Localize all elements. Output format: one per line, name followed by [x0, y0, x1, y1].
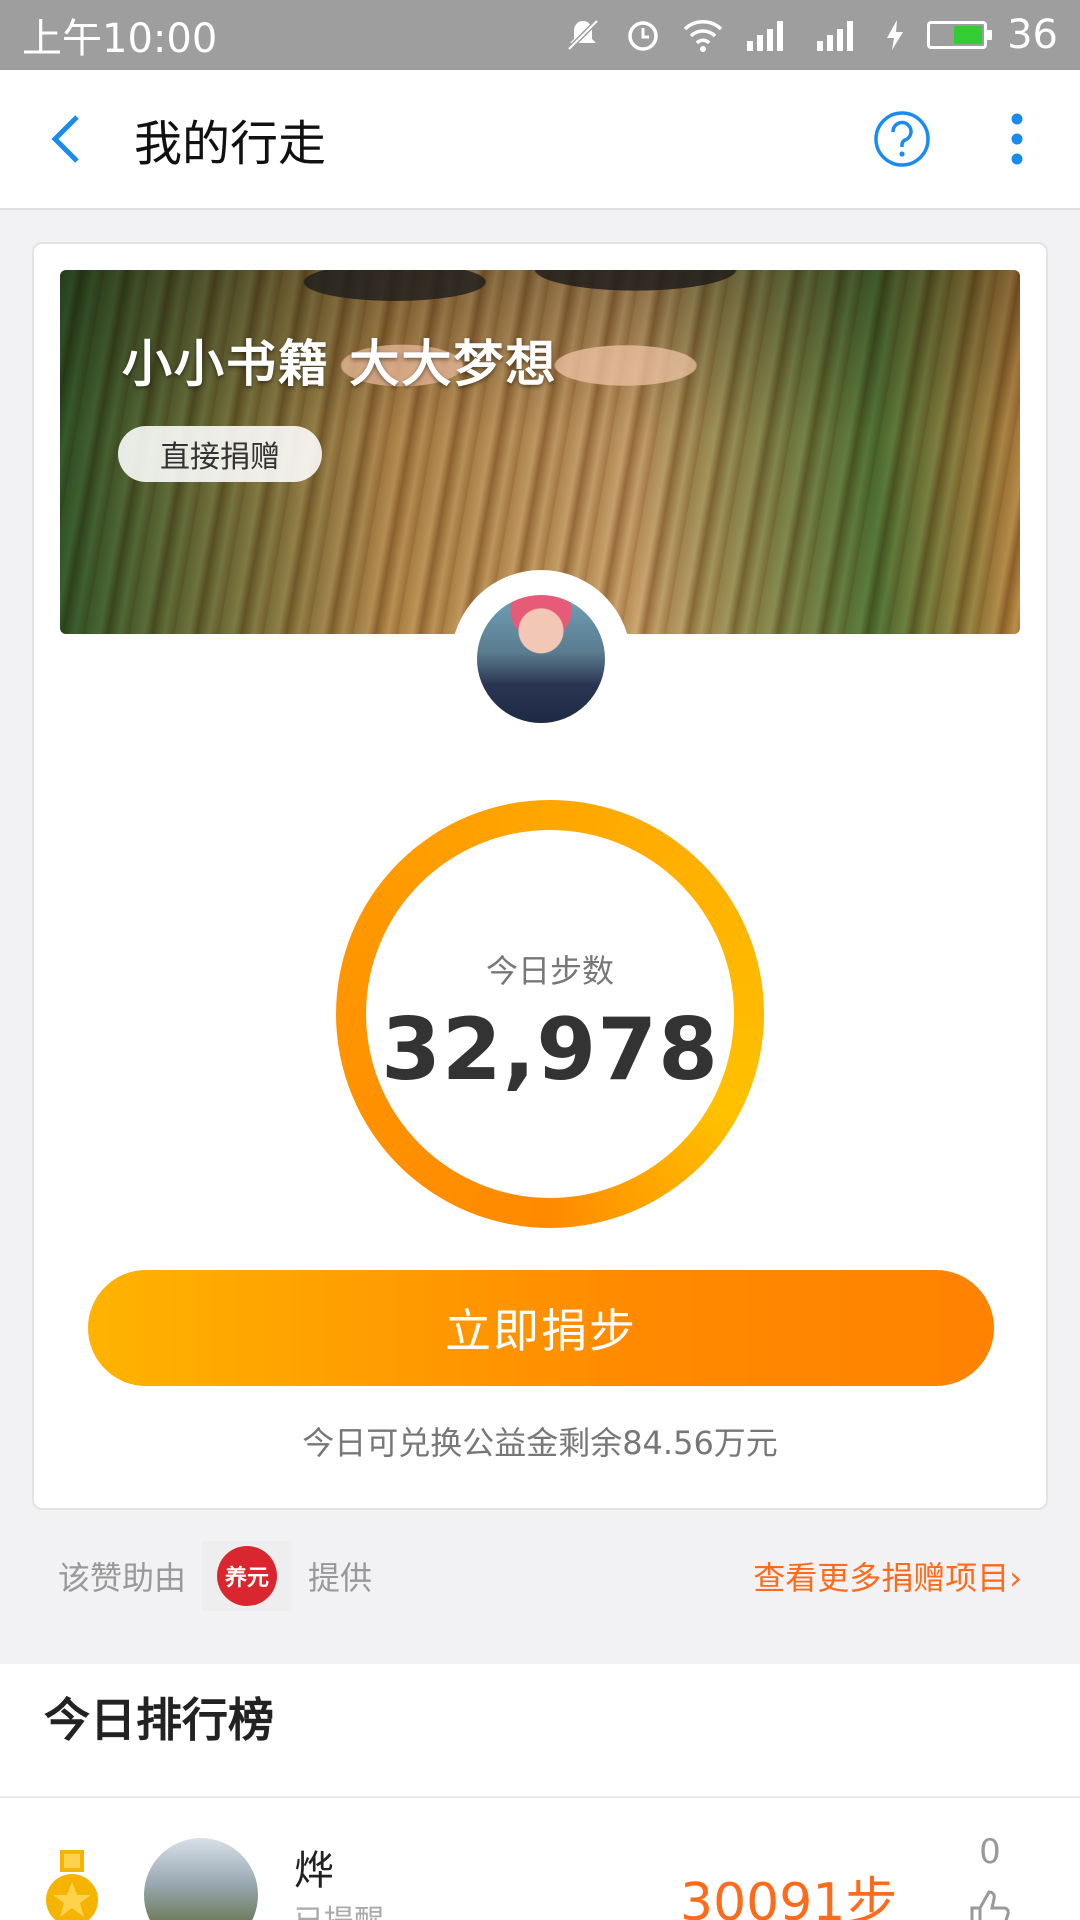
- mute-icon: [563, 15, 603, 55]
- signal-4g-icon: [743, 15, 793, 55]
- quota-text: 今日可兑换公益金剩余84.56万元: [302, 1424, 778, 1462]
- more-options-button[interactable]: [962, 69, 1072, 209]
- steps-label: 今日步数: [485, 952, 614, 990]
- sponsor-row: 该赞助由 养元 提供 查看更多捐赠项目›: [0, 1536, 1080, 1616]
- ranking-name: 烨: [294, 1848, 334, 1894]
- battery-level: 36: [1007, 12, 1058, 58]
- status-bar: 上午10:00 36: [0, 0, 1080, 70]
- help-icon: [874, 111, 930, 167]
- more-vertical-icon: [1011, 113, 1023, 165]
- signal-icon: [813, 15, 863, 55]
- user-avatar[interactable]: [474, 592, 608, 726]
- sponsor-logo[interactable]: 养元: [202, 1541, 293, 1611]
- more-projects-link[interactable]: 查看更多捐赠项目›: [753, 1553, 1022, 1599]
- steps-ring: 今日步数 32,978: [336, 800, 764, 1228]
- help-button[interactable]: [842, 69, 962, 209]
- banner-title: 小小书籍 大大梦想: [122, 335, 558, 393]
- gold-medal-icon: [46, 1850, 98, 1920]
- status-time: 上午10:00: [22, 16, 218, 62]
- sponsor-suffix: 提供: [308, 1559, 373, 1597]
- back-arrow-icon: [51, 115, 79, 163]
- donate-steps-button[interactable]: 立即捐步: [88, 1270, 994, 1386]
- divider: [0, 1796, 1080, 1798]
- status-icons: 36: [563, 12, 1058, 58]
- thumbs-up-icon[interactable]: [966, 1886, 1014, 1920]
- like-count: 0: [979, 1832, 1001, 1872]
- back-button[interactable]: [0, 69, 130, 209]
- sponsor-prefix: 该赞助由: [58, 1559, 187, 1597]
- battery-icon: [927, 21, 993, 49]
- steps-ring-inner: 今日步数 32,978: [366, 830, 734, 1198]
- direct-donate-button[interactable]: 直接捐赠: [118, 426, 322, 482]
- ranking-steps: 30091步: [680, 1873, 898, 1920]
- alarm-icon: [623, 15, 663, 55]
- ranking-title: 今日排行榜: [44, 1693, 274, 1747]
- charging-icon: [883, 15, 907, 55]
- walk-card: 小小书籍 大大梦想 直接捐赠 今日步数 32,978 立即捐步 今日可兑换公益金…: [32, 242, 1048, 1510]
- wifi-icon: [683, 15, 723, 55]
- sponsor-logo-mark: 养元: [217, 1546, 278, 1606]
- steps-count: 32,978: [381, 1000, 719, 1100]
- ranking-subtext: 已提醒: [294, 1896, 384, 1920]
- app-header: 我的行走: [0, 70, 1080, 210]
- ranking-avatar[interactable]: [144, 1838, 258, 1920]
- ranking-section: 今日排行榜 烨 已提醒 30091步 0: [0, 1664, 1080, 1920]
- page-title: 我的行走: [134, 116, 327, 172]
